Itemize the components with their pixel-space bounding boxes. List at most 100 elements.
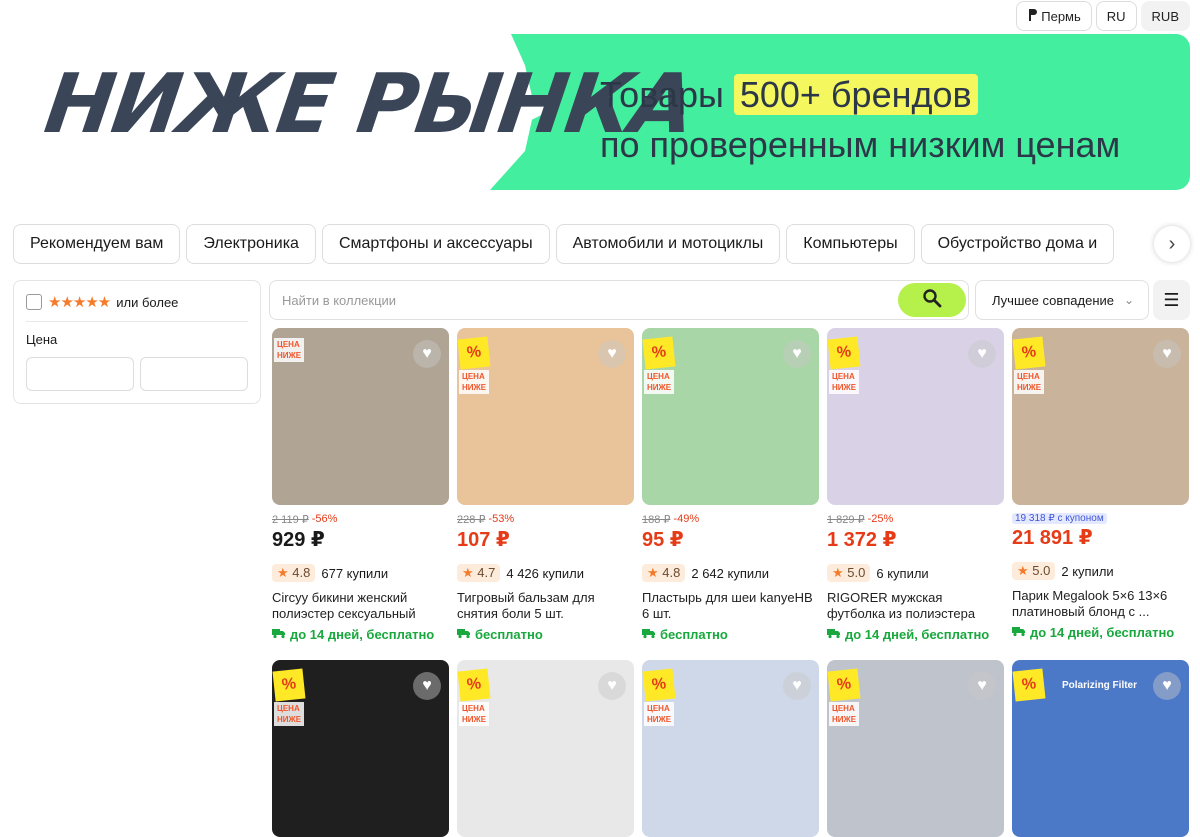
product-title[interactable]: Пластырь для шеи kanyeHB 6 шт. xyxy=(642,590,819,622)
category-tab[interactable]: Рекомендуем вам xyxy=(13,224,181,264)
shipping-info: до 14 дней, бесплатно xyxy=(827,627,1004,642)
percent-badge: % xyxy=(272,668,306,702)
product-card[interactable]: % ЦЕНА НИЖЕ ♥ 19 318 ₽ с купоном 21 891 ₽ ★ 5… xyxy=(1012,328,1189,646)
product-image[interactable]: ЦЕНА НИЖЕ ♥ xyxy=(272,328,449,505)
rating-checkbox[interactable] xyxy=(26,294,42,310)
category-tab[interactable]: Электроника xyxy=(186,224,316,264)
product-image[interactable]: % Polarizing Filter ♥ xyxy=(1012,660,1189,837)
product-image[interactable]: % ЦЕНА НИЖЕ ♥ xyxy=(827,660,1004,837)
language-selector[interactable]: RU xyxy=(1095,1,1137,31)
product-image[interactable]: % ЦЕНА НИЖЕ ♥ xyxy=(272,660,449,837)
shipping-text: бесплатно xyxy=(660,627,728,642)
sort-dropdown[interactable]: Лучшее совпадение ⌄ xyxy=(975,280,1149,320)
old-price: 228 ₽ xyxy=(457,514,486,526)
product-price: 21 891 ₽ xyxy=(1012,527,1093,549)
search-button[interactable] xyxy=(898,283,966,317)
chevron-right-icon[interactable]: › xyxy=(1154,226,1190,262)
city-selector[interactable]: Пермь xyxy=(1016,1,1092,31)
discount-label: -56% xyxy=(311,513,338,525)
product-card[interactable]: % ЦЕНА НИЖЕ ♥ 1 829 ₽ -25% 1 372 ₽ ★ 5.0 6 купи… xyxy=(827,328,1004,646)
product-card[interactable]: % Polarizing Filter ♥ xyxy=(1012,660,1189,837)
banner-subline: по проверенным низким ценам xyxy=(600,124,1121,165)
shipping-info: до 14 дней, бесплатно xyxy=(272,627,449,642)
coupon-label: 19 318 ₽ с купоном xyxy=(1012,513,1107,524)
old-price: 2 119 ₽ xyxy=(272,514,309,526)
price-lower-badge: ЦЕНА НИЖЕ xyxy=(274,338,304,362)
product-image[interactable]: % ЦЕНА НИЖЕ ♥ xyxy=(827,328,1004,505)
old-price-row: 188 ₽ -49% xyxy=(642,513,819,526)
product-price: 1 372 ₽ xyxy=(827,529,897,551)
star-icon: ★ xyxy=(1017,563,1033,578)
product-image[interactable]: % ЦЕНА НИЖЕ ♥ xyxy=(642,660,819,837)
percent-badge: % xyxy=(457,336,491,370)
product-title[interactable]: Тигровый бальзам для снятия боли 5 шт. xyxy=(457,590,634,622)
percent-badge: % xyxy=(642,668,676,702)
sold-count: 4 426 купили xyxy=(506,565,584,581)
category-tab[interactable]: Обустройство дома и xyxy=(920,224,1115,264)
truck-icon xyxy=(642,627,656,642)
product-meta: ★ 5.0 2 купили xyxy=(1012,562,1189,580)
product-card[interactable]: % ЦЕНА НИЖЕ ♥ 188 ₽ -49% 95 ₽ ★ 4.8 2 642 купил… xyxy=(642,328,819,646)
heart-icon[interactable]: ♥ xyxy=(598,672,626,700)
product-meta: ★ 4.8 2 642 купили xyxy=(642,564,819,582)
price-lower-badge: ЦЕНА НИЖЕ xyxy=(644,370,674,394)
shipping-text: бесплатно xyxy=(475,627,543,642)
rating-value: 4.8 xyxy=(662,565,681,580)
discount-label: -53% xyxy=(488,513,515,525)
product-image[interactable]: % ЦЕНА НИЖЕ ♥ xyxy=(457,328,634,505)
product-card[interactable]: % ЦЕНА НИЖЕ ♥ xyxy=(642,660,819,837)
product-card[interactable]: % ЦЕНА НИЖЕ ♥ xyxy=(827,660,1004,837)
rating-value: 5.0 xyxy=(847,565,866,580)
product-meta: ★ 5.0 6 купили xyxy=(827,564,1004,582)
product-title[interactable]: Circyy бикини женский полиэстер сексуаль… xyxy=(272,590,449,622)
category-tab[interactable]: Компьютеры xyxy=(786,224,915,264)
location-pin-icon xyxy=(1027,8,1038,25)
currency-selector[interactable]: RUB xyxy=(1140,1,1190,31)
heart-icon[interactable]: ♥ xyxy=(968,672,996,700)
product-card[interactable]: % ЦЕНА НИЖЕ ♥ 228 ₽ -53% 107 ₽ ★ 4.7 4 426 купи… xyxy=(457,328,634,646)
heart-icon[interactable]: ♥ xyxy=(783,340,811,368)
city-label: Пермь xyxy=(1041,8,1081,24)
rating-filter[interactable]: ★★★★★ или более xyxy=(26,293,248,311)
category-tabs: Рекомендуем вам Электроника Смартфоны и … xyxy=(13,224,1188,264)
heart-icon[interactable]: ♥ xyxy=(968,340,996,368)
heart-icon[interactable]: ♥ xyxy=(413,672,441,700)
list-view-icon[interactable]: ☰ xyxy=(1153,280,1190,320)
heart-icon[interactable]: ♥ xyxy=(1153,672,1181,700)
product-image[interactable]: % ЦЕНА НИЖЕ ♥ xyxy=(1012,328,1189,505)
heart-icon[interactable]: ♥ xyxy=(1153,340,1181,368)
price-range xyxy=(26,357,248,391)
price-lower-badge: ЦЕНА НИЖЕ xyxy=(1014,370,1044,394)
percent-badge: % xyxy=(827,668,861,702)
search-icon xyxy=(922,288,942,313)
rating-badge: ★ 4.7 xyxy=(457,564,501,582)
price-max-input[interactable] xyxy=(140,357,248,391)
shipping-text: до 14 дней, бесплатно xyxy=(290,627,435,642)
star-icon: ★ xyxy=(277,565,293,580)
product-card[interactable]: % ЦЕНА НИЖЕ ♥ xyxy=(272,660,449,837)
category-tab[interactable]: Смартфоны и аксессуары xyxy=(321,224,550,264)
product-title[interactable]: RIGORER мужская футболка из полиэстера xyxy=(827,590,1004,622)
product-card[interactable]: ЦЕНА НИЖЕ ♥ 2 119 ₽ -56% 929 ₽ ★ 4.8 677 купил… xyxy=(272,328,449,646)
rating-badge: ★ 5.0 xyxy=(827,564,871,582)
percent-badge: % xyxy=(1012,336,1046,370)
heart-icon[interactable]: ♥ xyxy=(783,672,811,700)
product-price: 107 ₽ xyxy=(457,529,510,551)
rating-badge: ★ 5.0 xyxy=(1012,562,1056,580)
category-tab[interactable]: Автомобили и мотоциклы xyxy=(555,224,781,264)
heart-icon[interactable]: ♥ xyxy=(598,340,626,368)
product-card[interactable]: % ЦЕНА НИЖЕ ♥ xyxy=(457,660,634,837)
old-price: 1 829 ₽ xyxy=(827,514,865,526)
heart-icon[interactable]: ♥ xyxy=(413,340,441,368)
price-label: Цена xyxy=(26,332,58,347)
price-min-input[interactable] xyxy=(26,357,134,391)
product-image-label: Polarizing Filter xyxy=(1062,680,1138,691)
shipping-info: бесплатно xyxy=(457,627,634,642)
shipping-info: бесплатно xyxy=(642,627,819,642)
product-image[interactable]: % ЦЕНА НИЖЕ ♥ xyxy=(642,328,819,505)
sold-count: 677 купили xyxy=(321,565,389,581)
search-input[interactable]: Найти в коллекции xyxy=(282,293,396,308)
promo-banner[interactable]: НИЖЕ РЫНКА Товары 500+ брендов по провер… xyxy=(0,34,1200,190)
product-title[interactable]: Парик Megalook 5×6 13×6 платиновый блонд… xyxy=(1012,588,1189,620)
product-image[interactable]: % ЦЕНА НИЖЕ ♥ xyxy=(457,660,634,837)
